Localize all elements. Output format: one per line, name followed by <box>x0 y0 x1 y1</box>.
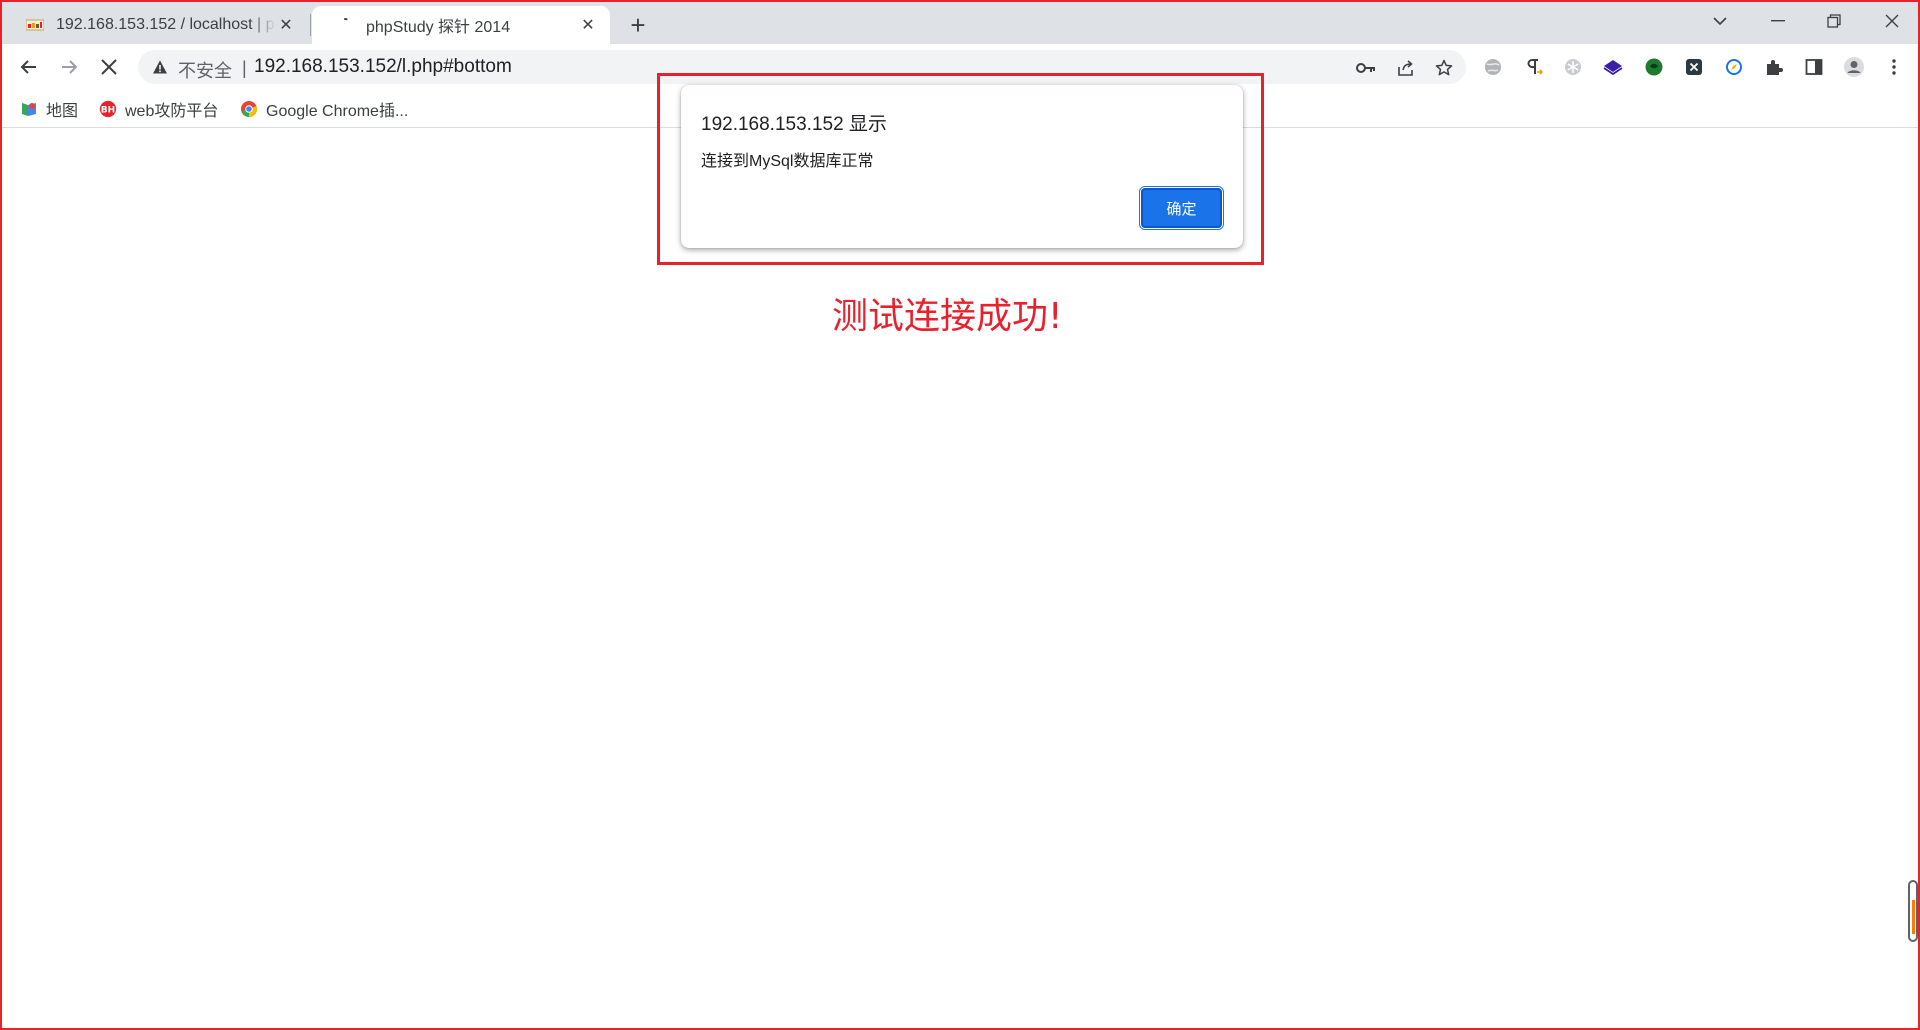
pilcrow-extension-icon[interactable] <box>1522 56 1544 78</box>
stop-icon <box>101 59 117 75</box>
chrome-icon <box>240 100 258 118</box>
layers-extension-icon[interactable] <box>1602 56 1624 78</box>
tab-phpmyadmin[interactable]: 192.168.153.152 / localhost | p ✕ <box>2 6 308 44</box>
phpmyadmin-icon <box>26 17 44 33</box>
share-icon[interactable] <box>1396 58 1416 78</box>
minimize-icon[interactable] <box>1758 6 1798 36</box>
arrow-left-icon <box>20 60 36 74</box>
url-separator: | <box>242 58 247 78</box>
security-label[interactable]: 不安全 <box>178 57 232 83</box>
puzzle-extensions-icon[interactable] <box>1763 56 1785 78</box>
bookmark-label: Google Chrome插... <box>266 103 409 120</box>
new-tab-button[interactable]: + <box>624 11 652 39</box>
globe-extension-icon[interactable] <box>1482 56 1504 78</box>
bookmark-star-icon[interactable] <box>1434 58 1454 78</box>
tab-title: 192.168.153.152 / localhost | p <box>56 16 275 33</box>
svg-text:BH: BH <box>101 106 115 116</box>
bookmark-web-attack-platform[interactable]: BH web攻防平台 <box>99 99 219 120</box>
dialog-title: 192.168.153.152 显示 <box>701 114 887 135</box>
tab-strip: 192.168.153.152 / localhost | p ✕ phpStu… <box>2 2 1918 44</box>
stop-loading-button[interactable] <box>94 52 124 82</box>
ok-button[interactable]: 确定 <box>1139 186 1224 230</box>
forward-button[interactable] <box>54 52 84 82</box>
x-extension-icon[interactable] <box>1683 56 1705 78</box>
close-icon[interactable]: ✕ <box>578 15 598 35</box>
bookmark-chrome-plugins[interactable]: Google Chrome插... <box>240 99 409 120</box>
maps-icon <box>20 100 38 118</box>
tab-phpstudy[interactable]: phpStudy 探针 2014 ✕ <box>312 6 610 44</box>
restore-icon[interactable] <box>1814 6 1854 36</box>
snowflake-extension-icon[interactable] <box>1562 56 1584 78</box>
warning-icon <box>153 60 167 74</box>
alert-dialog: 192.168.153.152 显示 连接到MySql数据库正常 确定 <box>681 85 1243 248</box>
arrow-right-icon <box>62 60 78 74</box>
loading-icon <box>336 17 354 33</box>
bookmark-maps[interactable]: 地图 <box>20 99 79 120</box>
back-button[interactable] <box>14 52 44 82</box>
bh-logo-icon: BH <box>99 100 117 118</box>
browser-window: 192.168.153.152 / localhost | p ✕ phpStu… <box>0 0 1920 1030</box>
tab-search-icon[interactable] <box>1700 6 1740 36</box>
url-text[interactable]: 192.168.153.152/l.php#bottom <box>254 56 512 78</box>
profile-avatar-icon[interactable] <box>1843 56 1865 78</box>
bookmark-label: web攻防平台 <box>125 103 219 120</box>
side-panel-icon[interactable] <box>1803 56 1825 78</box>
dialog-message: 连接到MySql数据库正常 <box>701 153 874 170</box>
close-icon[interactable]: ✕ <box>276 15 296 35</box>
close-window-icon[interactable] <box>1872 6 1912 36</box>
menu-kebab-icon[interactable] <box>1883 56 1905 78</box>
compass-extension-icon[interactable] <box>1723 56 1745 78</box>
scrollbar-handle[interactable] <box>1908 880 1918 942</box>
bookmark-label: 地图 <box>46 103 79 120</box>
green-orb-extension-icon[interactable] <box>1643 56 1665 78</box>
tab-title: phpStudy 探针 2014 <box>366 19 511 36</box>
success-message: 测试连接成功! <box>832 296 1063 337</box>
tab-divider <box>310 14 311 36</box>
key-icon[interactable] <box>1356 58 1376 78</box>
